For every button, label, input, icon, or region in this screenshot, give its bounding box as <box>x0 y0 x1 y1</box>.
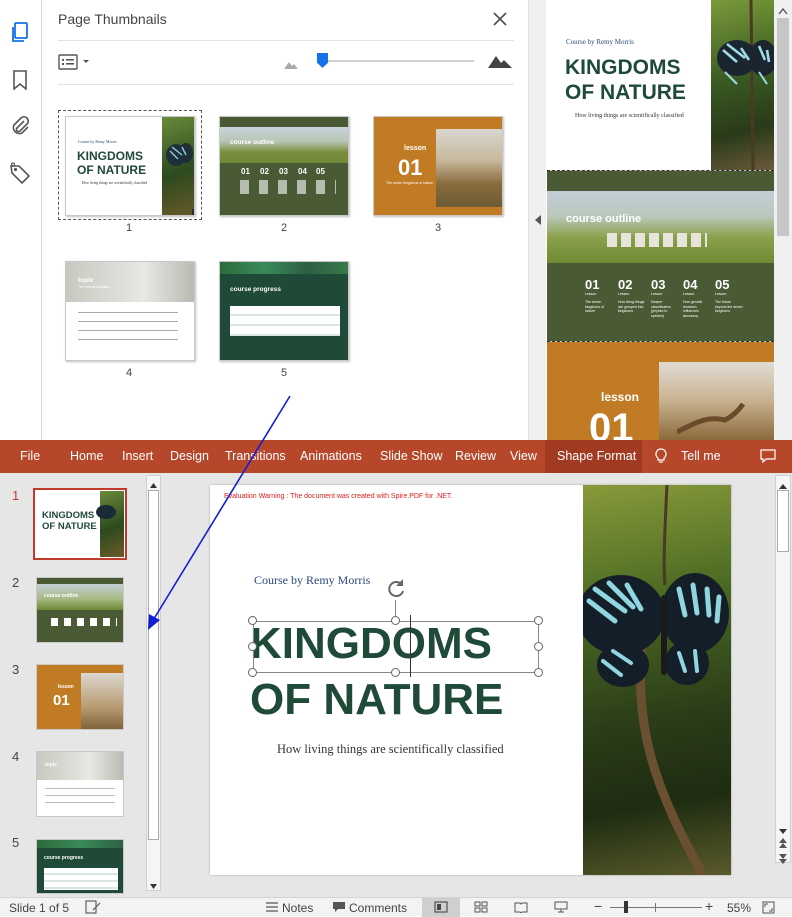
zoom-slider-handle[interactable] <box>624 901 628 913</box>
thumbnail-options-button[interactable] <box>58 53 94 74</box>
comments-icon[interactable] <box>760 449 776 466</box>
close-icon[interactable] <box>490 9 510 29</box>
preview-page-3: lesson 01 <box>547 342 774 440</box>
butterfly-photo <box>162 117 194 215</box>
slide-sorter-icon[interactable] <box>474 901 488 916</box>
tab-shape-format[interactable]: Shape Format <box>557 449 636 463</box>
page-thumbnails-panel: Page Thumbnails Course by Remy Morris KI… <box>42 0 530 440</box>
page-thumbnail-4[interactable]: topic The animal kingdom <box>65 261 195 361</box>
page-thumbnail-5[interactable]: course progress <box>219 261 349 361</box>
notes-icon[interactable] <box>265 901 279 916</box>
comment-bubble-icon[interactable] <box>332 901 346 916</box>
slide-number: 4 <box>12 749 20 764</box>
pdf-viewer: Page Thumbnails Course by Remy Morris KI… <box>0 0 792 440</box>
editor-scrollbar-thumb[interactable] <box>777 490 789 552</box>
tag-icon[interactable] <box>9 162 31 184</box>
page2-heading: course outline <box>230 139 275 146</box>
page1-title2: OF NATURE <box>77 163 147 177</box>
pdf-left-toolbar <box>0 0 42 440</box>
rotate-handle-icon[interactable] <box>385 577 407 602</box>
page-number: 3 <box>434 222 442 234</box>
panel-title: Page Thumbnails <box>58 11 167 27</box>
zoom-out-mountain-icon[interactable] <box>283 58 299 73</box>
page3-number: 01 <box>398 155 423 180</box>
page4-label: topic <box>78 277 94 284</box>
previous-slide-icon[interactable] <box>777 837 789 852</box>
page1-author: Course by Remy Morris <box>78 139 117 144</box>
slide-number: 1 <box>12 488 20 503</box>
fit-slide-icon[interactable] <box>762 901 775 917</box>
scrollbar-thumb[interactable] <box>777 18 789 236</box>
page-thumbnails-icon[interactable] <box>9 22 31 44</box>
attachment-icon[interactable] <box>9 114 31 136</box>
slide-thumb-3[interactable]: lesson 01 <box>36 664 124 730</box>
page-number: 1 <box>125 222 133 234</box>
tab-animations[interactable]: Animations <box>300 449 362 463</box>
ribbon-tabs: File Home Insert Design Transitions Anim… <box>0 440 792 473</box>
annotation-arrow <box>148 395 291 630</box>
text-cursor <box>410 615 411 677</box>
tab-review[interactable]: Review <box>455 449 496 463</box>
lightbulb-icon <box>655 448 667 467</box>
page4-caption: The animal kingdom <box>78 285 110 289</box>
reading-view-icon[interactable] <box>514 901 528 916</box>
zoom-level[interactable]: 55% <box>727 901 751 915</box>
tab-file[interactable]: File <box>20 449 40 463</box>
collapse-arrow-icon[interactable] <box>534 214 542 229</box>
normal-view-button[interactable] <box>422 898 460 917</box>
slide-thumb-5[interactable]: course progress <box>36 839 124 894</box>
tab-slide-show[interactable]: Slide Show <box>380 449 443 463</box>
slide-number: 3 <box>12 662 20 677</box>
butterfly-photo <box>711 0 774 171</box>
preview-page-1: Course by Remy Morris KINGDOMS OF NATURE… <box>547 0 774 171</box>
page-number: 4 <box>125 367 133 379</box>
page1-subtitle: How living things are scientifically cla… <box>82 181 148 185</box>
thumbnail-scrollbar[interactable] <box>528 0 546 440</box>
document-preview: Course by Remy Morris KINGDOMS OF NATURE… <box>547 0 774 440</box>
comments-button[interactable]: Comments <box>349 901 407 915</box>
tab-home[interactable]: Home <box>70 449 103 463</box>
page1-title1: KINGDOMS <box>77 149 143 163</box>
page-thumbnail-1[interactable]: Course by Remy Morris KINGDOMS OF NATURE… <box>65 116 195 216</box>
page-thumbnail-3[interactable]: lesson 01 The seven kingdoms of nature <box>373 116 503 216</box>
slide-count: Slide 1 of 5 <box>9 901 70 915</box>
subtitle-text[interactable]: How living things are scientifically cla… <box>277 742 504 757</box>
status-bar: Slide 1 of 5 Notes Comments − + 55% <box>0 897 792 917</box>
zoom-in-mountain-icon[interactable] <box>487 53 513 72</box>
slide-number: 5 <box>12 835 20 850</box>
bookmark-icon[interactable] <box>9 69 31 91</box>
preview-scrollbar[interactable] <box>774 0 792 440</box>
page-number: 5 <box>280 367 288 379</box>
page3-label: lesson <box>404 145 427 152</box>
slide-thumb-4[interactable]: topic <box>36 751 124 817</box>
page-number: 2 <box>280 222 288 234</box>
zoom-out-button[interactable]: − <box>594 898 602 914</box>
butterfly-photo[interactable] <box>577 485 731 875</box>
editor-scrollbar[interactable] <box>775 475 791 863</box>
zoom-in-button[interactable]: + <box>705 898 713 914</box>
notes-button[interactable]: Notes <box>282 901 313 915</box>
thumbnail-size-slider[interactable] <box>320 60 474 62</box>
slider-handle[interactable] <box>317 53 328 68</box>
powerpoint-window: File Home Insert Design Transitions Anim… <box>0 440 792 917</box>
slide-thumb-1[interactable]: KINGDOMS OF NATURE <box>36 491 124 557</box>
spelling-icon[interactable] <box>85 900 101 917</box>
page5-heading: course progress <box>230 286 281 293</box>
tab-view[interactable]: View <box>510 449 537 463</box>
slideshow-view-icon[interactable] <box>554 901 568 916</box>
preview-page-2: course outline 01 02 03 04 05 Lesson Les… <box>547 171 774 341</box>
page-thumbnail-2[interactable]: course outline 01 02 03 04 05 <box>219 116 349 216</box>
slide-thumb-2[interactable]: course outline <box>36 577 124 643</box>
slide-number: 2 <box>12 575 20 590</box>
tell-me-search[interactable]: Tell me <box>681 449 721 463</box>
next-slide-icon[interactable] <box>777 853 789 868</box>
page3-caption: The seven kingdoms of nature <box>386 181 434 185</box>
title-line2[interactable]: OF NATURE <box>250 678 503 722</box>
